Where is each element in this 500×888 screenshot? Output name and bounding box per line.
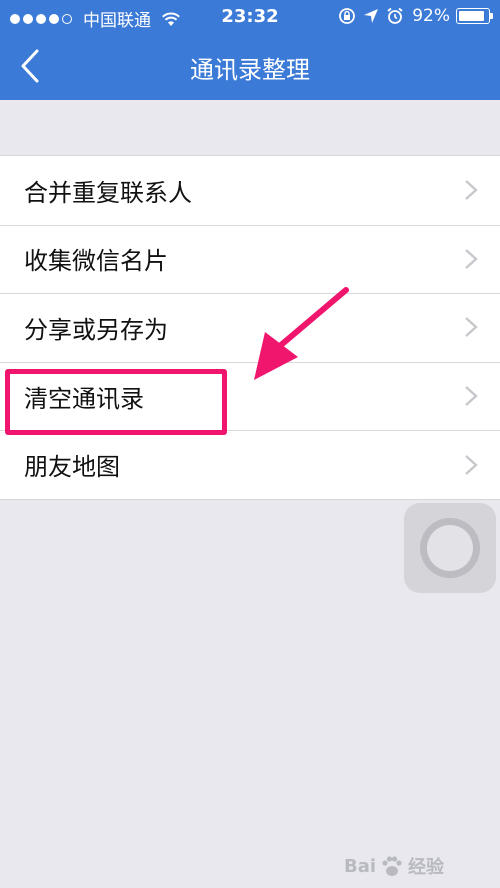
status-right: 92% xyxy=(332,6,493,26)
menu-item-label: 收集微信名片 xyxy=(24,247,168,276)
highlight-annotation-box xyxy=(5,369,227,435)
assistive-touch-ring xyxy=(420,518,480,578)
menu-item-share-or-save[interactable]: 分享或另存为 xyxy=(0,293,500,362)
menu-item-merge-duplicates[interactable]: 合并重复联系人 xyxy=(0,156,500,225)
menu-item-friend-map[interactable]: 朋友地图 xyxy=(0,430,500,499)
menu-item-collect-wechat-cards[interactable]: 收集微信名片 xyxy=(0,224,500,294)
menu-item-label: 分享或另存为 xyxy=(24,315,168,344)
watermark-text-right: 经验 xyxy=(408,857,445,878)
rotation-lock-icon xyxy=(339,8,356,24)
paw-icon xyxy=(382,856,402,876)
battery-icon xyxy=(456,8,493,24)
location-arrow-icon xyxy=(364,9,379,23)
page-title: 通讯录整理 xyxy=(190,56,310,84)
menu-list: 合并重复联系人 收集微信名片 分享或另存为 清空通讯录 朋友地图 xyxy=(0,155,500,500)
menu-item-label: 朋友地图 xyxy=(24,453,120,482)
header: 中国联通 23:32 92% 通讯录整理 xyxy=(0,0,500,100)
watermark-text-left: Bai xyxy=(344,855,377,877)
watermark: Bai 经验 xyxy=(344,848,494,884)
assistive-touch-core xyxy=(427,525,473,571)
alarm-icon xyxy=(387,7,403,24)
chevron-right-icon xyxy=(465,317,478,338)
chevron-right-icon xyxy=(465,454,478,475)
nav-bar: 通讯录整理 xyxy=(0,34,500,100)
battery-fill xyxy=(459,11,484,21)
battery-percent: 92% xyxy=(412,6,450,26)
status-bar: 中国联通 23:32 92% xyxy=(0,0,500,34)
chevron-right-icon xyxy=(465,180,478,201)
assistive-touch-button[interactable] xyxy=(404,503,496,593)
chevron-right-icon xyxy=(465,386,478,406)
chevron-right-icon xyxy=(465,248,478,269)
menu-item-label: 合并重复联系人 xyxy=(24,178,192,207)
